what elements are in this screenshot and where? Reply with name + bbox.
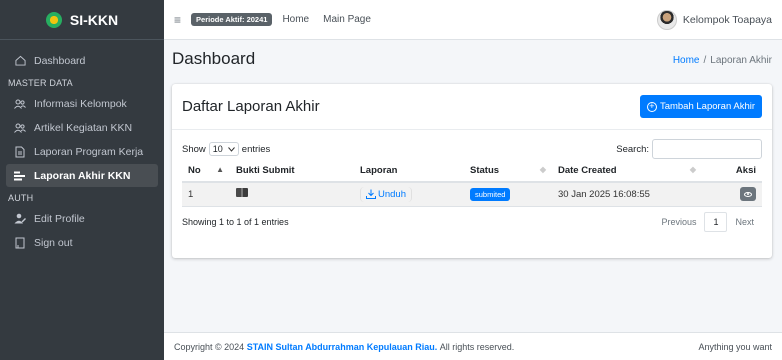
tasks-icon	[14, 171, 26, 181]
search-label: Search:	[616, 143, 649, 155]
hamburger-menu-icon[interactable]: ≡	[174, 13, 181, 27]
avatar	[656, 9, 677, 30]
entries-label: entries	[241, 143, 271, 155]
sidebar-item-laporan-akhir[interactable]: Laporan Akhir KKN	[6, 164, 158, 187]
bukti-thumbnail[interactable]	[236, 188, 248, 198]
chevron-down-icon	[227, 146, 235, 152]
sidebar-item-dashboard[interactable]: Dashboard	[6, 49, 158, 72]
column-header-bukti-submit[interactable]: Bukti Submit	[230, 160, 354, 183]
sidebar-item-label: Laporan Program Kerja	[34, 145, 144, 158]
nav-header-master-data: MASTER DATA	[8, 78, 73, 88]
cell-aksi	[702, 182, 762, 207]
search-input[interactable]	[652, 139, 762, 159]
signout-icon	[14, 237, 26, 249]
column-header-aksi: Aksi	[702, 160, 762, 183]
show-label: Show	[182, 143, 206, 155]
users-icon	[14, 99, 26, 109]
card-header: Daftar Laporan Akhir + Tambah Laporan Ak…	[172, 84, 772, 130]
sidebar-item-artikel-kegiatan[interactable]: Artikel Kegiatan KKN	[6, 116, 158, 139]
breadcrumb-separator: /	[703, 55, 707, 66]
laporan-akhir-card: Daftar Laporan Akhir + Tambah Laporan Ak…	[172, 84, 772, 258]
topbar-link-main-page[interactable]: Main Page	[323, 14, 371, 25]
sort-asc-icon: ▲	[216, 165, 224, 174]
datatable-controls: Show 10 entries Search:	[172, 130, 772, 160]
cell-date-created: 30 Jan 2025 16:08:55	[552, 182, 702, 207]
entries-length: Show 10 entries	[182, 142, 270, 156]
users-icon	[14, 123, 26, 133]
page-footer: Copyright © 2024 STAIN Sultan Abdurrahma…	[164, 332, 782, 360]
breadcrumb-home[interactable]: Home	[673, 55, 700, 66]
home-icon	[14, 55, 26, 66]
column-header-status[interactable]: Status ◆	[464, 160, 552, 183]
cell-no: 1	[182, 182, 230, 207]
sidebar-item-label: Informasi Kelompok	[34, 97, 127, 110]
pagination-previous[interactable]: Previous	[653, 213, 704, 231]
cell-laporan: Unduh	[354, 182, 464, 207]
cell-status: submited	[464, 182, 552, 207]
column-header-laporan[interactable]: Laporan	[354, 160, 464, 183]
card-title: Daftar Laporan Akhir	[182, 98, 320, 115]
entries-select[interactable]: 10	[208, 142, 239, 156]
footer-right-text: Anything you want	[698, 341, 772, 352]
nav-header-auth: AUTH	[8, 193, 34, 203]
download-icon	[366, 189, 376, 199]
entries-value: 10	[212, 144, 223, 154]
sidebar-nav: Dashboard MASTER DATA Informasi Kelompok…	[0, 40, 164, 254]
sidebar-item-edit-profile[interactable]: Edit Profile	[6, 207, 158, 230]
eye-icon	[744, 191, 752, 197]
page-title: Dashboard	[172, 49, 256, 68]
periode-badge: Periode Aktif: 20241	[191, 13, 273, 26]
breadcrumb: Home / Laporan Akhir	[673, 55, 772, 66]
column-header-no[interactable]: No ▲	[182, 160, 230, 183]
sidebar-item-label: Laporan Akhir KKN	[34, 169, 131, 182]
cell-bukti-submit	[230, 182, 354, 207]
brand-name: SI-KKN	[69, 11, 119, 28]
sidebar-item-label: Sign out	[34, 236, 73, 249]
pagination-next[interactable]: Next	[727, 213, 762, 231]
datatable-footer: Showing 1 to 1 of 1 entries Previous 1 N…	[172, 207, 772, 237]
pagination-page-1[interactable]: 1	[704, 211, 728, 232]
brand[interactable]: SI-KKN	[0, 0, 164, 40]
unduh-button[interactable]: Unduh	[360, 186, 412, 202]
table-row: 1 Unduh submited 30 Jan 2025 16:08:55	[182, 182, 762, 207]
topbar: ≡ Periode Aktif: 20241 Home Main Page Ke…	[164, 0, 782, 40]
sidebar: SI-KKN Dashboard MASTER DATA Informasi K…	[0, 0, 164, 360]
unduh-label: Unduh	[378, 188, 406, 200]
user-menu[interactable]: Kelompok Toapaya	[656, 9, 772, 30]
institution-link[interactable]: STAIN Sultan Abdurrahman Kepulauan Riau.	[247, 342, 438, 352]
column-header-date-created[interactable]: Date Created ◆	[552, 160, 702, 183]
user-edit-icon	[14, 213, 26, 224]
copyright-suffix: All rights reserved.	[439, 341, 515, 352]
user-name: Kelompok Toapaya	[682, 13, 772, 26]
sidebar-item-sign-out[interactable]: Sign out	[6, 231, 158, 254]
plus-circle-icon: +	[646, 101, 657, 112]
sort-icon: ◆	[539, 165, 546, 174]
sidebar-item-label: Artikel Kegiatan KKN	[34, 121, 133, 134]
sidebar-item-informasi-kelompok[interactable]: Informasi Kelompok	[6, 92, 158, 115]
add-button-label: Tambah Laporan Akhir	[659, 101, 755, 112]
topbar-link-home[interactable]: Home	[282, 14, 309, 25]
laporan-table: No ▲ Bukti Submit Laporan Status ◆ Date Cr…	[182, 160, 762, 207]
sort-icon: ◆	[689, 165, 696, 174]
table-info: Showing 1 to 1 of 1 entries	[182, 216, 289, 227]
view-button[interactable]	[740, 187, 756, 202]
status-badge: submited	[470, 187, 511, 201]
sidebar-item-label: Dashboard	[34, 54, 86, 67]
pagination: Previous 1 Next	[653, 211, 762, 232]
logo-icon	[45, 11, 62, 28]
document-icon	[14, 146, 26, 158]
add-laporan-akhir-button[interactable]: + Tambah Laporan Akhir	[639, 95, 762, 118]
copyright-prefix: Copyright © 2024	[174, 341, 245, 352]
table-header-row: No ▲ Bukti Submit Laporan Status ◆ Date Cr…	[182, 160, 762, 183]
breadcrumb-current: Laporan Akhir	[710, 55, 772, 66]
sidebar-item-laporan-program-kerja[interactable]: Laporan Program Kerja	[6, 140, 158, 163]
sidebar-item-label: Edit Profile	[34, 212, 85, 225]
datatable-search: Search:	[616, 139, 762, 159]
